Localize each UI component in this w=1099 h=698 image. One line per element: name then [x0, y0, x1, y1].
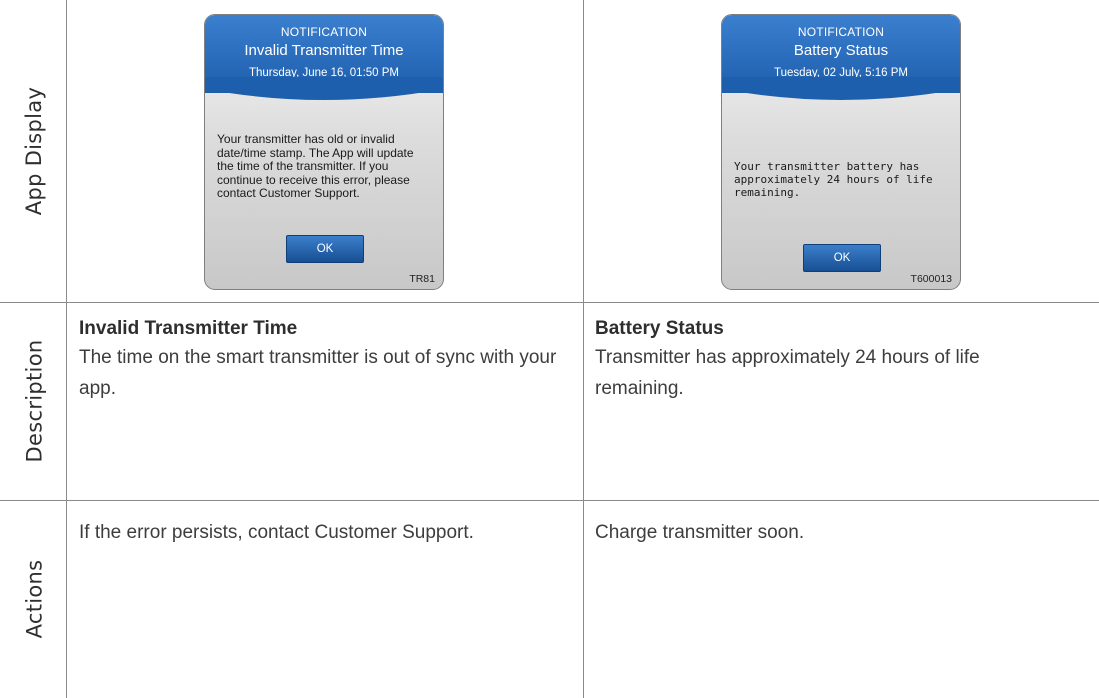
ok-button[interactable]: OK: [803, 244, 881, 272]
description-cell-2: Battery Status Transmitter has approxima…: [595, 316, 1065, 404]
row-label-description: Description: [22, 339, 46, 463]
ok-button[interactable]: OK: [286, 235, 364, 263]
notification-title: Invalid Transmitter Time: [244, 42, 404, 59]
notification-dialog-battery-status: NOTIFICATION Battery Status Tuesday, 02 …: [721, 14, 961, 290]
row-divider-1: [0, 302, 1099, 303]
notification-kicker: NOTIFICATION: [280, 25, 368, 39]
action-cell-2: Charge transmitter soon.: [595, 517, 1065, 548]
notification-dialog-invalid-time: NOTIFICATION Invalid Transmitter Time Th…: [204, 14, 444, 290]
header-curve: [205, 77, 443, 100]
action-text: If the error persists, contact Customer …: [79, 522, 474, 543]
notification-code: TR81: [409, 273, 435, 285]
description-body: The time on the smart transmitter is out…: [79, 347, 557, 399]
header-curve: [722, 77, 960, 100]
row-label-actions: Actions: [22, 559, 46, 639]
row-divider-2: [0, 500, 1099, 501]
notification-code: T600013: [910, 273, 952, 285]
description-cell-1: Invalid Transmitter Time The time on the…: [79, 316, 574, 404]
column-divider: [583, 0, 584, 698]
row-label-app-display: App Display: [22, 86, 47, 216]
notification-message: Your transmitter has old or invalid date…: [217, 132, 414, 200]
description-title: Invalid Transmitter Time: [79, 318, 298, 339]
description-title: Battery Status: [595, 318, 724, 339]
action-text: Charge transmitter soon.: [595, 522, 805, 543]
description-body: Transmitter has approximately 24 hours o…: [595, 347, 980, 399]
label-column-divider: [66, 0, 67, 698]
notification-title: Battery Status: [793, 42, 889, 59]
notification-message: Your transmitter battery has approximate…: [734, 160, 933, 199]
notification-kicker: NOTIFICATION: [797, 25, 885, 39]
action-cell-1: If the error persists, contact Customer …: [79, 517, 574, 548]
